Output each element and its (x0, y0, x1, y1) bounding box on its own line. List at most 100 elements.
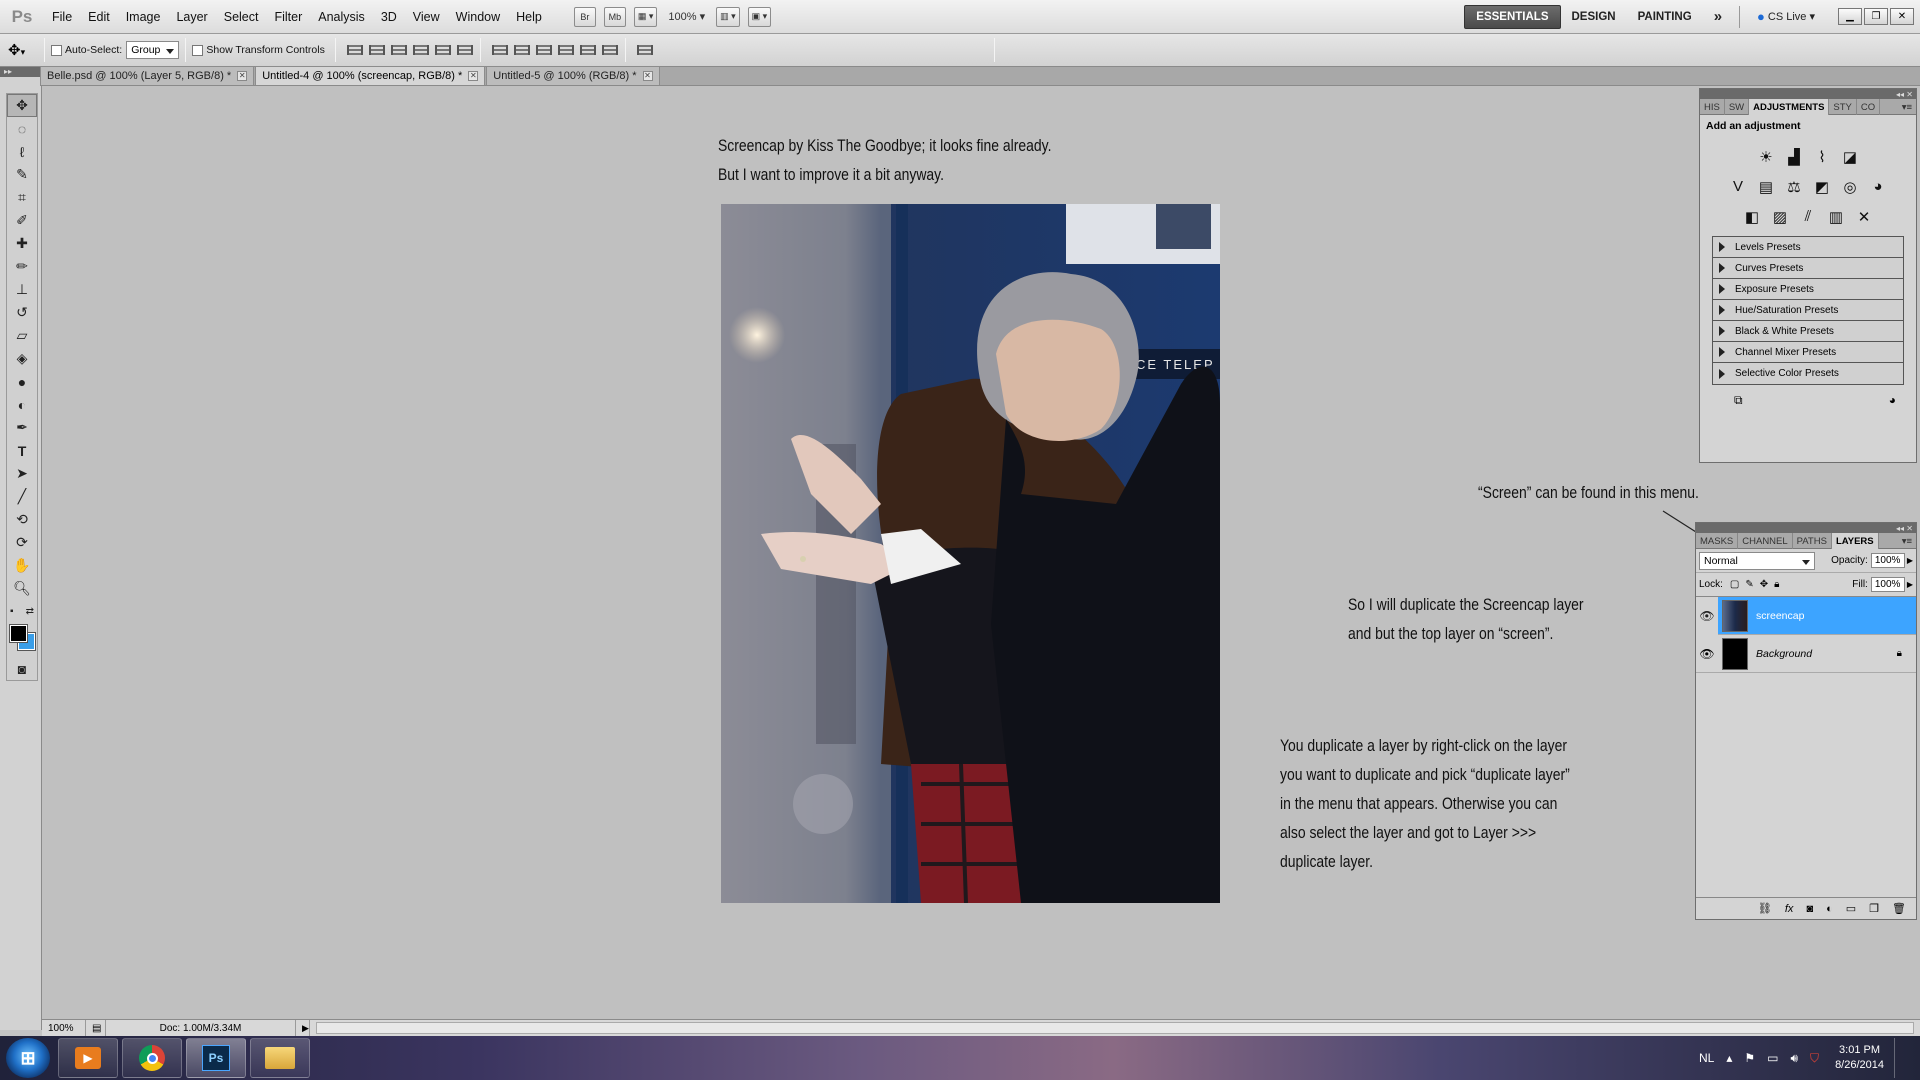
opacity-input[interactable]: 100% (1870, 553, 1905, 568)
align-horizontal-center-icon[interactable] (433, 42, 451, 58)
layer-style-icon[interactable]: fx (1785, 903, 1794, 915)
move-tool-preset-picker[interactable]: ✥▾ (8, 41, 38, 59)
panel-menu-icon[interactable]: ▾≡ (1898, 533, 1916, 549)
menu-filter[interactable]: Filter (266, 10, 310, 24)
display-icon[interactable]: ▭ (1767, 1051, 1778, 1065)
quick-selection-tool-icon[interactable]: ✎ (7, 163, 37, 186)
move-tool-icon[interactable]: ✥ (7, 94, 37, 117)
lasso-tool-icon[interactable]: ℓ (7, 140, 37, 163)
panel-menu-icon[interactable]: ▾≡ (1898, 99, 1916, 115)
lock-all-icon[interactable]: 🔒︎ (1774, 579, 1779, 590)
panel-header[interactable]: ◂◂ ✕ (1696, 523, 1916, 533)
crop-tool-icon[interactable]: ⌗ (7, 186, 37, 209)
view-extras-button[interactable]: ▦ ▾ (633, 6, 658, 27)
blend-mode-dropdown[interactable]: Normal (1699, 551, 1815, 570)
eyedropper-tool-icon[interactable]: ✐ (7, 209, 37, 232)
restore-button[interactable]: ❐ (1864, 8, 1888, 25)
layer-name[interactable]: screencap (1756, 610, 1804, 622)
more-workspaces-button[interactable]: » (1703, 5, 1733, 29)
tab-adjustments[interactable]: ADJUSTMENTS (1749, 99, 1830, 115)
dodge-tool-icon[interactable]: ◐ (7, 393, 37, 416)
antivirus-shield-icon[interactable]: ⛉ (1810, 1051, 1819, 1066)
fill-input[interactable]: 100% (1870, 577, 1905, 592)
tab-styles[interactable]: STY (1829, 99, 1857, 115)
new-adjustment-layer-icon[interactable]: ◐ (1826, 903, 1833, 915)
3d-rotate-tool-icon[interactable]: ⟲ (7, 508, 37, 531)
layer-row-screencap[interactable]: 👁︎ screencap (1696, 596, 1916, 635)
mini-bridge-button[interactable]: Mb (603, 6, 626, 27)
color-swatches[interactable] (7, 623, 37, 657)
align-vertical-center-icon[interactable] (367, 42, 385, 58)
menu-layer[interactable]: Layer (168, 10, 215, 24)
tab-color[interactable]: CO (1857, 99, 1881, 115)
workspace-painting[interactable]: PAINTING (1627, 5, 1703, 29)
type-tool-icon[interactable]: T (7, 439, 37, 462)
close-tab-icon[interactable]: ✕ (468, 71, 479, 81)
preset-hue-saturation[interactable]: Hue/Saturation Presets (1713, 300, 1903, 321)
3d-orbit-tool-icon[interactable]: ⟳ (7, 531, 37, 554)
new-group-icon[interactable]: ▭ (1846, 902, 1856, 915)
tab-untitled-4[interactable]: Untitled-4 @ 100% (screencap, RGB/8) * ✕ (255, 66, 486, 85)
language-indicator[interactable]: NL (1699, 1051, 1714, 1065)
preset-curves[interactable]: Curves Presets (1713, 258, 1903, 279)
delete-layer-icon[interactable]: 🗑︎ (1892, 902, 1906, 915)
path-selection-tool-icon[interactable]: ➤ (7, 462, 37, 485)
tab-masks[interactable]: MASKS (1696, 533, 1739, 549)
opacity-slider-arrow[interactable]: ▶ (1907, 556, 1913, 565)
tab-histogram[interactable]: HIS (1700, 99, 1725, 115)
screen-mode-button[interactable]: ▣ ▾ (747, 6, 772, 27)
tab-belle[interactable]: Belle.psd @ 100% (Layer 5, RGB/8) * ✕ (40, 66, 255, 85)
align-left-icon[interactable] (411, 42, 429, 58)
tab-paths[interactable]: PATHS (1793, 533, 1832, 549)
distribute-left-icon[interactable] (556, 42, 574, 58)
preset-exposure[interactable]: Exposure Presets (1713, 279, 1903, 300)
lock-pixels-icon[interactable]: ✎ (1745, 579, 1753, 590)
lock-position-icon[interactable]: ✥ (1760, 579, 1768, 590)
bridge-button[interactable]: Br (573, 6, 596, 27)
gradient-map-icon[interactable]: ▥ (1825, 206, 1848, 227)
zoom-level-dropdown[interactable]: 100% ▾ (665, 7, 708, 27)
taskbar-media-player[interactable]: ▶ (58, 1038, 118, 1078)
swap-colors-icon[interactable]: ▪ ⇄ (7, 600, 37, 623)
color-balance-icon[interactable]: ⚖ (1783, 176, 1806, 197)
align-right-icon[interactable] (455, 42, 473, 58)
arrange-documents-button[interactable]: ▥ ▾ (716, 6, 740, 27)
add-mask-icon[interactable]: ◙ (1806, 903, 1813, 915)
layer-row-background[interactable]: 👁︎ Background 🔒︎ (1696, 635, 1916, 673)
tab-untitled-5[interactable]: Untitled-5 @ 100% (RGB/8) * ✕ (486, 66, 660, 85)
menu-view[interactable]: View (405, 10, 448, 24)
action-center-flag-icon[interactable]: ⚑ (1744, 1051, 1755, 1065)
quick-mask-icon[interactable]: ◙ (7, 657, 37, 680)
show-desktop-button[interactable] (1894, 1038, 1906, 1078)
visibility-eye-icon[interactable]: 👁︎ (1696, 647, 1718, 661)
horizontal-scrollbar[interactable] (316, 1022, 1914, 1034)
show-transform-controls-checkbox[interactable] (192, 44, 204, 56)
paint-bucket-tool-icon[interactable]: ◈ (7, 347, 37, 370)
start-button[interactable]: ⊞ (6, 1038, 50, 1078)
clock[interactable]: 3:01 PM 8/26/2014 (1835, 1043, 1884, 1073)
posterize-icon[interactable]: ▨ (1769, 206, 1792, 227)
menu-file[interactable]: File (44, 10, 80, 24)
layer-name[interactable]: Background (1756, 648, 1897, 660)
workspace-design[interactable]: DESIGN (1561, 5, 1627, 29)
menu-select[interactable]: Select (216, 10, 267, 24)
selective-color-icon[interactable]: ✕ (1853, 206, 1876, 227)
preset-channel-mixer[interactable]: Channel Mixer Presets (1713, 342, 1903, 363)
status-info-icon[interactable]: ▤ (86, 1019, 106, 1037)
menu-image[interactable]: Image (118, 10, 169, 24)
brightness-contrast-icon[interactable]: ☀ (1755, 146, 1778, 167)
menu-3d[interactable]: 3D (373, 10, 405, 24)
menu-analysis[interactable]: Analysis (310, 10, 373, 24)
new-layer-icon[interactable]: ❐ (1869, 902, 1879, 915)
adjustments-options-icon[interactable]: ◕ (1889, 393, 1896, 408)
blur-tool-icon[interactable]: ● (7, 370, 37, 393)
history-brush-tool-icon[interactable]: ↺ (7, 301, 37, 324)
close-tab-icon[interactable]: ✕ (237, 71, 248, 81)
hue-saturation-icon[interactable]: ▤ (1755, 176, 1778, 197)
preset-selective-color[interactable]: Selective Color Presets (1713, 363, 1903, 384)
distribute-horizontal-center-icon[interactable] (578, 42, 596, 58)
eraser-tool-icon[interactable]: ▱ (7, 324, 37, 347)
levels-icon[interactable]: ▟ (1783, 146, 1806, 167)
close-tab-icon[interactable]: ✕ (642, 71, 653, 81)
healing-brush-tool-icon[interactable]: ✚ (7, 232, 37, 255)
